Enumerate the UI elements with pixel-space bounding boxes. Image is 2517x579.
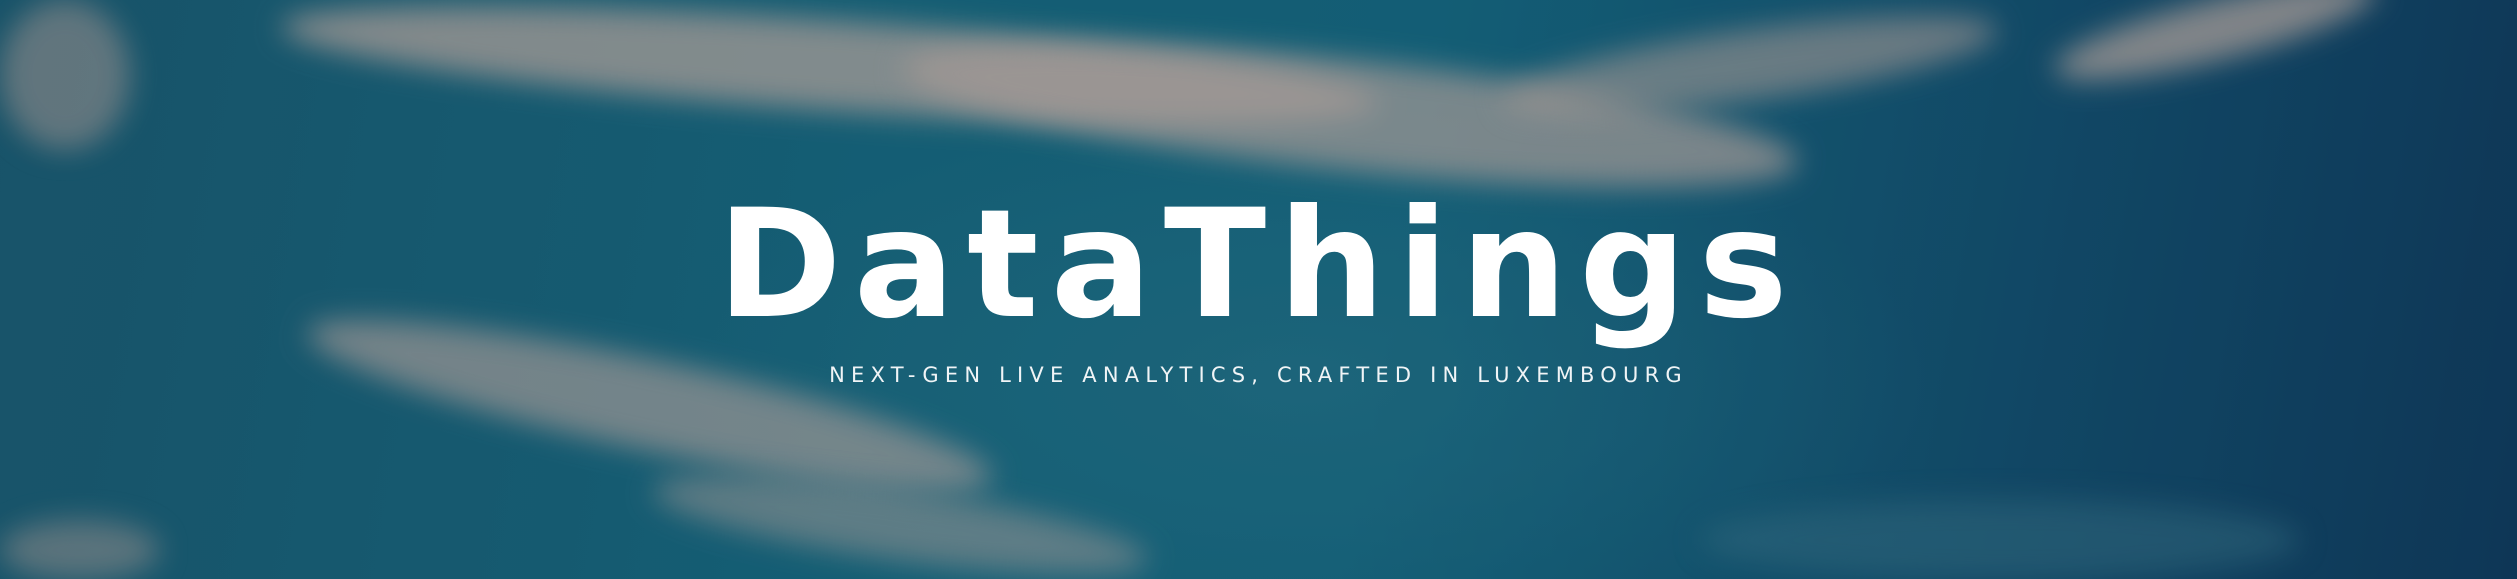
site-title: DataThings	[717, 178, 1800, 352]
hero-banner: DataThings NEXT-GEN LIVE ANALYTICS, CRAF…	[0, 0, 2517, 579]
site-tagline: NEXT-GEN LIVE ANALYTICS, CRAFTED IN LUXE…	[829, 363, 1688, 387]
